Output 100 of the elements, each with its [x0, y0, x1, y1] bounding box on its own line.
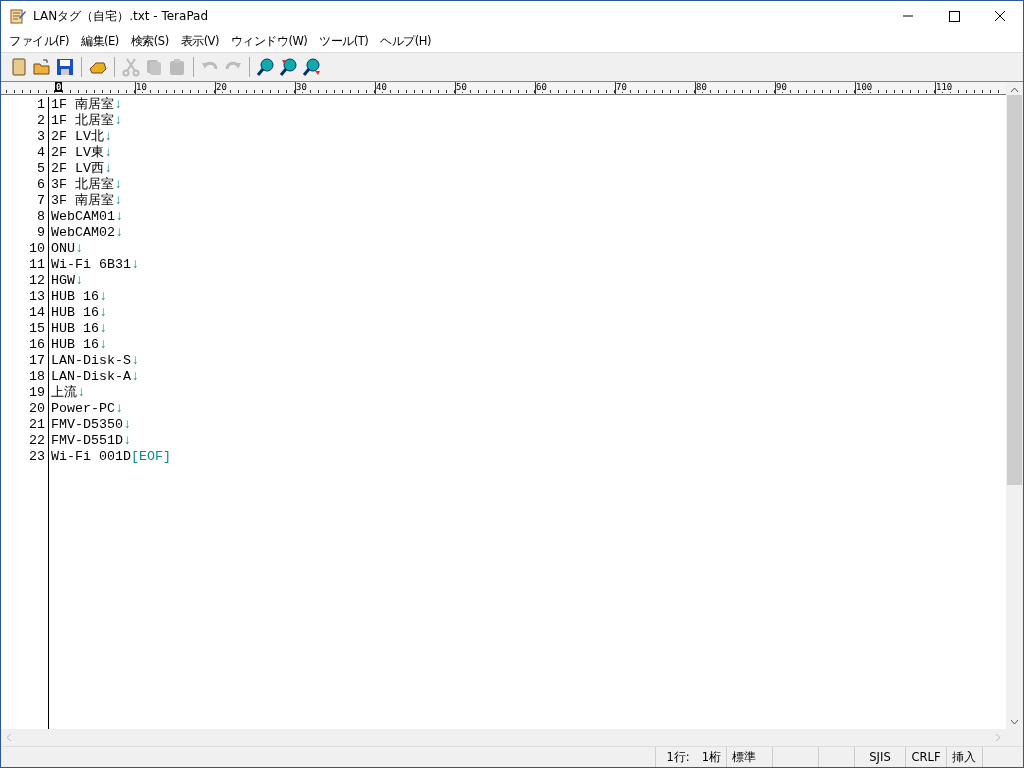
ruler-label: 30 — [296, 82, 308, 92]
text-line: 3F 北居室 — [51, 177, 114, 192]
ruler-label: 80 — [696, 82, 708, 92]
line-number: 23 — [28, 449, 45, 465]
text-line: HUB 16 — [51, 305, 99, 320]
line-number: 14 — [28, 305, 45, 321]
ruler-label: 110 — [936, 82, 954, 92]
ruler-label: 50 — [456, 82, 468, 92]
line-end-mark: ↓ — [75, 273, 83, 288]
line-end-mark: ↓ — [104, 161, 112, 176]
line-number: 3 — [36, 129, 45, 145]
cursor-position: 1行: 1桁 — [656, 747, 727, 767]
text-line: HUB 16 — [51, 337, 99, 352]
text-line: 3F 南居室 — [51, 193, 114, 208]
text-line: FMV-D551D — [51, 433, 123, 448]
line-number: 2 — [36, 113, 45, 129]
menu-item[interactable]: ヘルプ(H) — [374, 34, 437, 49]
line-number: 15 — [28, 321, 45, 337]
status-input-mode: 挿入 — [947, 747, 983, 767]
window-title: LANタグ（自宅）.txt - TeraPad — [33, 7, 210, 25]
line-end-mark: ↓ — [114, 177, 122, 192]
text-line: Power-PC — [51, 401, 115, 416]
text-line: HUB 16 — [51, 321, 99, 336]
search-icon[interactable] — [256, 57, 276, 77]
open-icon[interactable] — [32, 57, 52, 77]
text-line: 2F LV西 — [51, 161, 104, 176]
text-line: LAN-Disk-S — [51, 353, 131, 368]
text-line: LAN-Disk-A — [51, 369, 131, 384]
line-number: 1 — [36, 97, 45, 113]
line-number: 7 — [36, 193, 45, 209]
ruler-cursor-mark: 0 — [55, 82, 63, 92]
text-line: Wi-Fi 001D — [51, 449, 131, 464]
new-icon[interactable] — [9, 57, 29, 77]
status-mode: 標準 — [727, 747, 773, 767]
line-number: 10 — [28, 241, 45, 257]
line-end-mark: ↓ — [114, 97, 122, 112]
ruler-label: 20 — [216, 82, 228, 92]
line-number: 6 — [36, 177, 45, 193]
status-encoding: SJIS — [855, 747, 906, 767]
text-line: FMV-D5350 — [51, 417, 123, 432]
search-icon[interactable] — [302, 57, 322, 77]
notepad-icon — [10, 8, 26, 24]
menu-item[interactable]: 編集(E) — [75, 34, 125, 49]
line-end-mark: [EOF] — [131, 449, 171, 464]
line-end-mark: ↓ — [115, 225, 123, 240]
line-number: 22 — [28, 433, 45, 449]
text-line: 1F 南居室 — [51, 97, 114, 112]
text-line: 2F LV北 — [51, 129, 104, 144]
line-end-mark: ↓ — [104, 145, 112, 160]
line-number: 16 — [28, 337, 45, 353]
line-number: 13 — [28, 289, 45, 305]
line-number: 5 — [36, 161, 45, 177]
save-icon[interactable] — [55, 57, 75, 77]
line-number: 19 — [28, 385, 45, 401]
text-line: Wi-Fi 6B31 — [51, 257, 131, 272]
text-line: ONU — [51, 241, 75, 256]
menu-item[interactable]: ウィンドウ(W) — [224, 34, 314, 49]
line-end-mark: ↓ — [99, 289, 107, 304]
line-end-mark: ↓ — [115, 401, 123, 416]
scroll-thumb[interactable] — [1007, 95, 1022, 485]
line-end-mark: ↓ — [115, 209, 123, 224]
line-number: 9 — [36, 225, 45, 241]
scroll-up-icon[interactable] — [1006, 82, 1023, 96]
line-number: 8 — [36, 209, 45, 225]
text-line: 1F 北居室 — [51, 113, 114, 128]
ruler-label: 100 — [856, 82, 874, 92]
line-number: 17 — [28, 353, 45, 369]
line-end-mark: ↓ — [99, 337, 107, 352]
line-end-mark: ↓ — [77, 385, 85, 400]
line-number: 12 — [28, 273, 45, 289]
search-icon[interactable] — [279, 57, 299, 77]
ruler-label: 70 — [616, 82, 628, 92]
line-number: 4 — [36, 145, 45, 161]
menu-item[interactable]: ツール(T) — [313, 34, 375, 49]
line-number: 21 — [28, 417, 45, 433]
line-number: 20 — [28, 401, 45, 417]
text-line: HGW — [51, 273, 75, 288]
menu-item[interactable]: ファイル(F) — [3, 34, 76, 49]
ruler-label: 90 — [776, 82, 788, 92]
line-end-mark: ↓ — [131, 257, 139, 272]
line-end-mark: ↓ — [123, 417, 131, 432]
line-end-mark: ↓ — [99, 305, 107, 320]
line-number: 11 — [28, 257, 45, 273]
vertical-scrollbar[interactable] — [1006, 95, 1023, 729]
ruler-label: 40 — [376, 82, 388, 92]
status-newline: CRLF — [906, 747, 947, 767]
text-line: WebCAM02 — [51, 225, 115, 240]
line-end-mark: ↓ — [114, 193, 122, 208]
line-end-mark: ↓ — [99, 321, 107, 336]
line-end-mark: ↓ — [75, 241, 83, 256]
line-number: 18 — [28, 369, 45, 385]
menu-item[interactable]: 表示(V) — [174, 34, 225, 49]
line-end-mark: ↓ — [104, 129, 112, 144]
menu-item[interactable]: 検索(S) — [124, 34, 175, 49]
text-line: 上流 — [51, 385, 77, 400]
line-end-mark: ↓ — [131, 369, 139, 384]
ruler-label: 10 — [136, 82, 148, 92]
text-line: WebCAM01 — [51, 209, 115, 224]
line-end-mark: ↓ — [131, 353, 139, 368]
ruler-label: 60 — [536, 82, 548, 92]
